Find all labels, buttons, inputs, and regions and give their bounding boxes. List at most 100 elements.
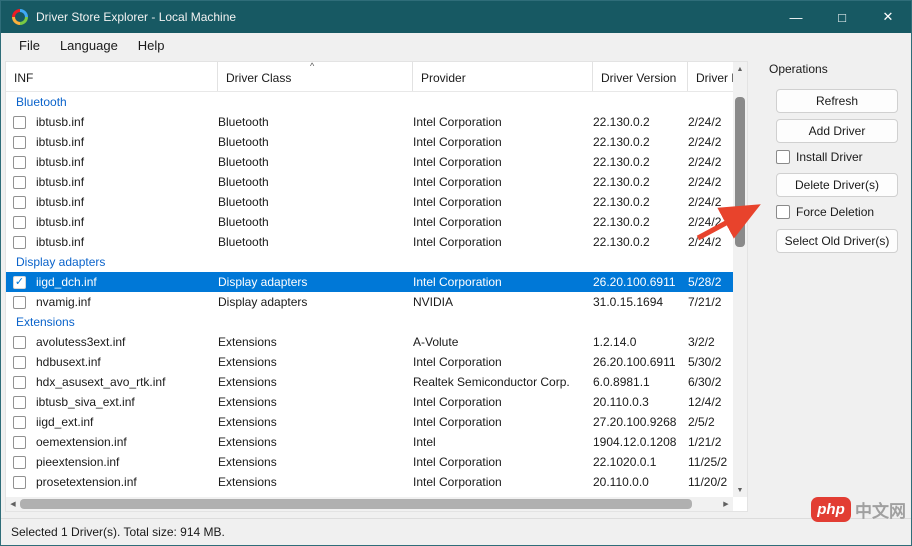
install-driver-checkbox[interactable]: Install Driver [776,150,863,164]
row-checkbox[interactable] [13,335,26,349]
row-checkbox[interactable] [13,435,26,449]
cell-version: 22.130.0.2 [593,175,650,189]
table-row[interactable]: ibtusb_siva_ext.inf Extensions Intel Corpo… [6,392,735,412]
minimize-button[interactable]: — [773,1,819,33]
cell-inf: ibtusb.inf [36,175,85,189]
cell-date: 2/24/2 [688,195,722,209]
scroll-up-icon[interactable]: ▲ [733,62,747,76]
cell-driver_class: Display adapters [218,275,308,289]
cell-driver_class: Bluetooth [218,155,269,169]
cell-version: 1904.12.0.1208 [593,435,677,449]
watermark-site-text: 中文网 [855,502,906,521]
row-checkbox[interactable] [13,395,26,409]
menu-help[interactable]: Help [128,35,175,56]
group-header[interactable]: Bluetooth [6,92,735,112]
column-header-driver-date[interactable]: Driver D [688,62,735,91]
cell-driver_class: Display adapters [218,295,308,309]
cell-provider: Intel Corporation [413,275,502,289]
checkbox-icon[interactable] [776,205,790,219]
row-checkbox[interactable] [13,235,26,249]
table-row[interactable]: hdbusext.inf Extensions Intel Corporation 2… [6,352,735,372]
scroll-right-icon[interactable]: ▶ [719,497,733,511]
menu-language[interactable]: Language [50,35,128,56]
install-driver-label: Install Driver [796,150,863,164]
cell-inf: avolutess3ext.inf [36,335,126,349]
cell-version: 22.130.0.2 [593,135,650,149]
row-checkbox[interactable] [13,295,26,309]
row-checkbox[interactable] [13,135,26,149]
vertical-scrollbar-thumb[interactable] [735,97,745,247]
maximize-button[interactable]: □ [819,1,865,33]
table-row[interactable]: hdx_asusext_avo_rtk.inf Extensions Realtek… [6,372,735,392]
scroll-down-icon[interactable]: ▼ [733,483,747,497]
cell-driver_class: Extensions [218,435,277,449]
table-row[interactable]: ibtusb.inf Bluetooth Intel Corporation 22.1… [6,232,735,252]
row-checkbox[interactable] [13,355,26,369]
table-row[interactable]: ✓ iigd_dch.inf Display adapters Intel Corpo… [6,272,735,292]
cell-date: 7/21/2 [688,295,722,309]
table-row[interactable]: nvamig.inf Display adapters NVIDIA 31.0.15.… [6,292,735,312]
force-deletion-checkbox[interactable]: Force Deletion [776,205,874,219]
table-row[interactable]: ibtusb.inf Bluetooth Intel Corporation 22.1… [6,132,735,152]
column-header-provider[interactable]: Provider [413,62,593,91]
table-row[interactable]: ibtusb.inf Bluetooth Intel Corporation 22.1… [6,172,735,192]
row-checkbox[interactable] [13,415,26,429]
cell-provider: Intel Corporation [413,395,502,409]
column-header-inf[interactable]: INF [6,62,218,91]
cell-date: 5/30/2 [688,355,722,369]
cell-provider: Intel Corporation [413,235,502,249]
checkbox-icon[interactable] [776,150,790,164]
scroll-left-icon[interactable]: ◀ [6,497,20,511]
table-row[interactable]: iigd_ext.inf Extensions Intel Corporation 2… [6,412,735,432]
cell-inf: iigd_dch.inf [36,275,97,289]
row-checkbox[interactable]: ✓ [13,275,26,289]
row-checkbox[interactable] [13,375,26,389]
horizontal-scrollbar[interactable]: ◀ ▶ [6,497,733,511]
cell-provider: Intel Corporation [413,155,502,169]
table-row[interactable]: ibtusb.inf Bluetooth Intel Corporation 22.1… [6,112,735,132]
table-row[interactable]: pieextension.inf Extensions Intel Corporat… [6,452,735,472]
delete-drivers-button[interactable]: Delete Driver(s) [776,173,898,197]
cell-provider: A-Volute [413,335,459,349]
table-body: Bluetooth ibtusb.inf Bluetooth Intel Corpor… [6,92,735,492]
menu-bar: File Language Help [1,33,911,58]
select-old-drivers-button[interactable]: Select Old Driver(s) [776,229,898,253]
vertical-scrollbar[interactable]: ▲ ▼ [733,62,747,497]
table-row[interactable]: ibtusb.inf Bluetooth Intel Corporation 22.1… [6,212,735,232]
row-checkbox[interactable] [13,215,26,229]
title-bar[interactable]: Driver Store Explorer - Local Machine — … [1,1,911,33]
group-header[interactable]: Display adapters [6,252,735,272]
horizontal-scrollbar-thumb[interactable] [20,499,692,509]
add-driver-button[interactable]: Add Driver [776,119,898,143]
column-header-driver-version[interactable]: Driver Version [593,62,688,91]
cell-provider: Intel Corporation [413,115,502,129]
cell-date: 1/21/2 [688,435,722,449]
row-checkbox[interactable] [13,455,26,469]
cell-version: 22.130.0.2 [593,235,650,249]
row-checkbox[interactable] [13,195,26,209]
table-row[interactable]: ibtusb.inf Bluetooth Intel Corporation 22.1… [6,192,735,212]
table-row[interactable]: oemextension.inf Extensions Intel 1904.12.0… [6,432,735,452]
table-header: INF Driver Class Provider Driver Version… [6,62,735,92]
close-button[interactable]: ✕ [865,1,911,33]
menu-file[interactable]: File [9,35,50,56]
operations-title: Operations [769,62,828,76]
row-checkbox[interactable] [13,475,26,489]
group-header[interactable]: Extensions [6,312,735,332]
cell-provider: Realtek Semiconductor Corp. [413,375,570,389]
cell-version: 1.2.14.0 [593,335,637,349]
cell-version: 6.0.8981.1 [593,375,650,389]
row-checkbox[interactable] [13,175,26,189]
sort-ascending-icon: ^ [310,61,315,71]
group-label: Display adapters [16,255,106,269]
row-checkbox[interactable] [13,115,26,129]
row-checkbox[interactable] [13,155,26,169]
refresh-button[interactable]: Refresh [776,89,898,113]
cell-driver_class: Bluetooth [218,215,269,229]
table-row[interactable]: prosetextension.inf Extensions Intel Corpo… [6,472,735,492]
column-header-driver-class[interactable]: Driver Class [218,62,413,91]
group-label: Bluetooth [16,95,67,109]
cell-driver_class: Extensions [218,395,277,409]
table-row[interactable]: ibtusb.inf Bluetooth Intel Corporation 22.1… [6,152,735,172]
table-row[interactable]: avolutess3ext.inf Extensions A-Volute 1.2.1… [6,332,735,352]
